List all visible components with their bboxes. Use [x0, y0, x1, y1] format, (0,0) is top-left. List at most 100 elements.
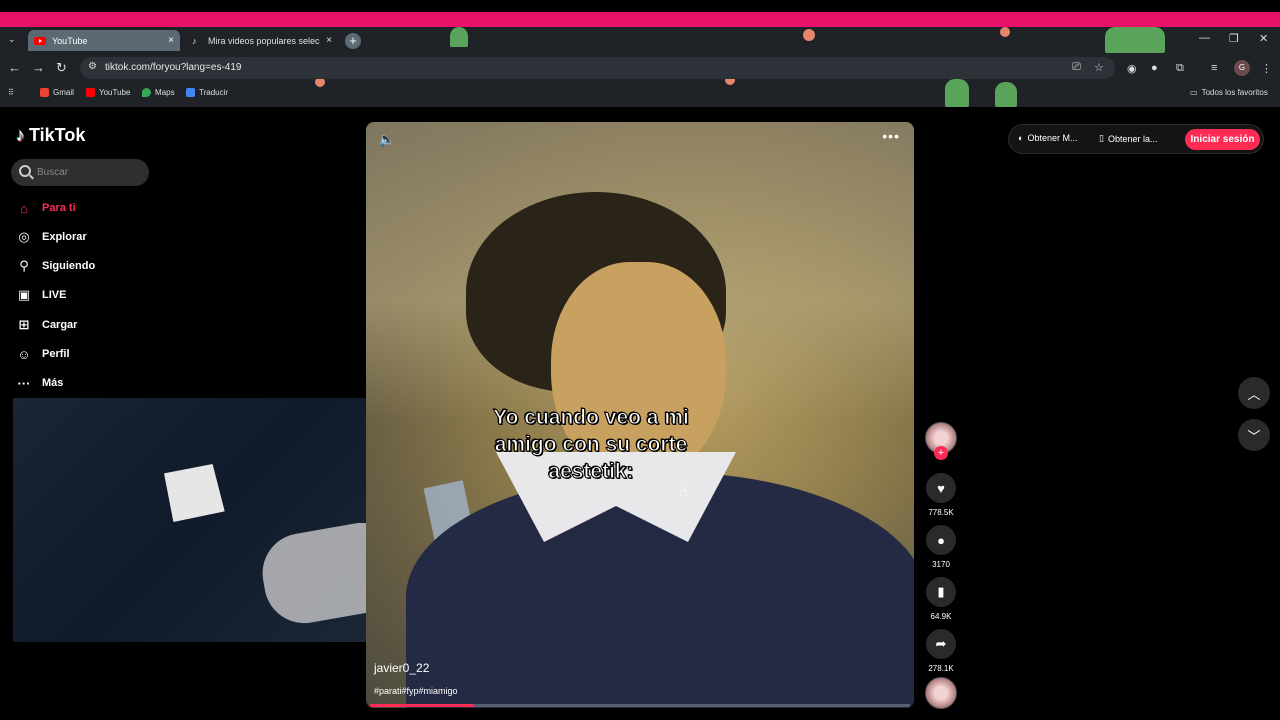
chevron-down-icon: ﹀: [1247, 428, 1261, 444]
close-tab-icon[interactable]: ×: [326, 35, 332, 46]
apps-grid-icon[interactable]: ⠿: [8, 88, 14, 97]
sidebar-item-perfil[interactable]: ☺ Perfil: [16, 346, 70, 362]
get-app-link[interactable]: ▯ Obtener la...: [1099, 133, 1157, 144]
search-icon[interactable]: [19, 165, 31, 177]
video-author[interactable]: javier0_22: [374, 661, 429, 675]
extension-icon[interactable]: ◉: [1127, 62, 1137, 75]
logo-text: TikTok: [29, 125, 86, 145]
sidebar-item-cargar[interactable]: ⊞ Cargar: [16, 317, 78, 333]
like-button[interactable]: ♥: [926, 473, 956, 503]
address-bar[interactable]: ⚙ tiktok.com/foryou?lang=es-419 ⎚ ☆: [80, 57, 1115, 79]
hand-cursor-icon: ☝: [679, 483, 688, 499]
music-disc-avatar[interactable]: [925, 677, 957, 709]
tiktok-logo[interactable]: ♪ TikTok: [16, 125, 85, 146]
header-link-label: Obtener M...: [1027, 133, 1078, 143]
profile-icon: ☺: [17, 346, 31, 362]
video-player[interactable]: Yo cuando veo a mi amigo con su corte ae…: [366, 122, 914, 708]
like-count: 778.5K: [928, 508, 954, 517]
bookmark-maps[interactable]: Maps: [142, 88, 175, 97]
all-bookmarks[interactable]: ▭ Todos los favoritos: [1190, 88, 1268, 97]
install-app-icon[interactable]: ⎚: [1072, 61, 1081, 74]
sidebar-item-label: Perfil: [42, 348, 70, 360]
extension-icon[interactable]: ●: [1151, 62, 1158, 74]
bookmark-youtube[interactable]: YouTube: [86, 88, 130, 97]
login-button[interactable]: Iniciar sesión: [1185, 129, 1260, 150]
extensions-puzzle-icon[interactable]: ⧉: [1176, 62, 1184, 75]
bookmark-label: Todos los favoritos: [1201, 88, 1268, 97]
bookmark-gmail[interactable]: Gmail: [40, 88, 74, 97]
close-window-icon[interactable]: ✕: [1259, 32, 1268, 45]
volume-icon[interactable]: 🔈: [378, 131, 395, 148]
sidebar-item-mas[interactable]: ··· Más: [16, 375, 64, 391]
sidebar-item-label: Cargar: [42, 319, 78, 331]
tiktok-page: ♪ TikTok ⌂ Para ti ◎ Explorar ⚲ Siguiend…: [0, 107, 1280, 720]
url-text[interactable]: tiktok.com/foryou?lang=es-419: [105, 62, 241, 73]
navigation-bar: ← → ↻ ⚙ tiktok.com/foryou?lang=es-419 ⎚ …: [0, 56, 1280, 80]
header-actions: ◐ Obtener M... ▯ Obtener la... Iniciar ses…: [1008, 124, 1264, 154]
share-arrow-icon: ➦: [935, 636, 947, 651]
following-icon: ⚲: [19, 258, 29, 273]
search-input[interactable]: [37, 165, 142, 180]
video-progress-bar[interactable]: [370, 704, 910, 707]
tab-strip: ⌄ YouTube × ♪ Mira videos populares sele…: [0, 27, 1280, 53]
translate-icon: [186, 88, 195, 97]
get-coins-link[interactable]: ◐ Obtener M...: [1018, 133, 1077, 143]
phone-icon: ▯: [1099, 133, 1104, 143]
media-controls-icon[interactable]: ≡: [1211, 62, 1217, 74]
sidebar-item-label: Para ti: [42, 202, 76, 214]
site-info-icon[interactable]: ⚙: [88, 61, 97, 72]
reload-icon[interactable]: ↻: [56, 60, 67, 76]
sidebar-item-label: Explorar: [42, 231, 87, 243]
sidebar-item-label: Siguiendo: [42, 260, 96, 272]
tiktok-icon: ♪: [192, 35, 197, 46]
video-hashtags[interactable]: #parati#fyp#miamigo: [374, 686, 458, 696]
close-tab-icon[interactable]: ×: [168, 35, 174, 46]
sidebar-item-explorar[interactable]: ◎ Explorar: [16, 229, 87, 245]
profile-avatar[interactable]: G: [1234, 60, 1250, 76]
tab-youtube[interactable]: YouTube ×: [28, 30, 180, 51]
sidebar-item-siguiendo[interactable]: ⚲ Siguiendo: [16, 258, 95, 274]
tab-tiktok[interactable]: ♪ Mira videos populares seleccion ×: [186, 30, 338, 51]
compass-icon: ◎: [18, 229, 30, 244]
tiktok-note-icon: ♪: [16, 125, 25, 145]
share-count: 278.1K: [928, 664, 954, 673]
sidebar-item-para-ti[interactable]: ⌂ Para ti: [16, 200, 76, 216]
sidebar-item-label: Más: [42, 377, 64, 389]
menu-kebab-icon[interactable]: ⋮: [1261, 62, 1272, 75]
bookmark-icon: ▮: [937, 584, 945, 599]
new-tab-button[interactable]: +: [345, 33, 361, 49]
forward-icon[interactable]: →: [32, 60, 45, 75]
bookmark-star-icon[interactable]: ☆: [1094, 61, 1104, 74]
webcam-overlay: [13, 398, 391, 642]
gmail-icon: [40, 88, 49, 97]
tab-search-icon[interactable]: ⌄: [8, 34, 16, 45]
youtube-icon: [86, 88, 95, 97]
search-bar[interactable]: [11, 159, 149, 186]
comment-icon: ●: [937, 532, 945, 548]
bookmark-label: YouTube: [99, 88, 131, 97]
sidebar-item-live[interactable]: ▣ LIVE: [16, 287, 67, 303]
home-icon: ⌂: [20, 200, 28, 216]
minimize-icon[interactable]: —: [1199, 32, 1210, 44]
header-link-label: Obtener la...: [1107, 133, 1158, 144]
previous-video-button[interactable]: ︿: [1238, 377, 1270, 409]
back-icon[interactable]: ←: [8, 60, 21, 75]
follow-plus-icon[interactable]: +: [934, 446, 948, 460]
live-icon: ▣: [17, 287, 31, 302]
bookmark-translate[interactable]: Traducir: [186, 88, 228, 97]
tab-title: Mira videos populares seleccion: [208, 35, 320, 46]
tab-title: YouTube: [52, 35, 88, 46]
browser-theme-stripe: [0, 12, 1280, 27]
comment-button[interactable]: ●: [926, 525, 956, 555]
save-button[interactable]: ▮: [926, 577, 956, 607]
more-options-icon[interactable]: •••: [882, 128, 900, 144]
browser-chrome: ⌄ YouTube × ♪ Mira videos populares sele…: [0, 27, 1280, 107]
restore-icon[interactable]: ❐: [1229, 32, 1239, 45]
top-black-bar: [0, 0, 1280, 12]
next-video-button[interactable]: ﹀: [1238, 419, 1270, 451]
video-progress-fill: [370, 704, 473, 707]
coin-icon: ◐: [1018, 133, 1024, 143]
share-button[interactable]: ➦: [926, 629, 956, 659]
shirt-logo: [153, 453, 233, 533]
comment-count: 3170: [932, 560, 950, 569]
